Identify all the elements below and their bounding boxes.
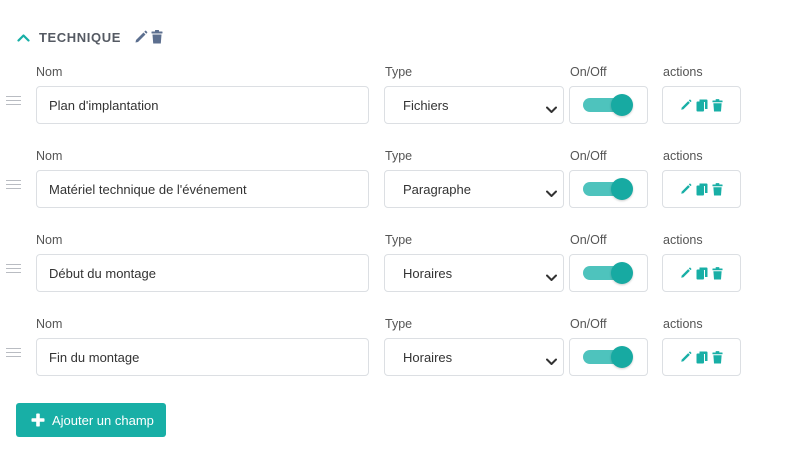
- type-label: Type: [385, 65, 413, 79]
- onoff-label: On/Off: [570, 65, 607, 79]
- section-header: TECHNIQUE: [15, 27, 164, 47]
- add-field-button[interactable]: Ajouter un champ: [16, 403, 166, 437]
- trash-icon[interactable]: [711, 266, 724, 280]
- toggle-container: [569, 338, 648, 376]
- onoff-label: On/Off: [570, 317, 607, 331]
- field-row: Nom Type On/Off actions Horaires: [0, 233, 787, 295]
- copy-icon[interactable]: [695, 98, 708, 112]
- field-type-value: Horaires: [403, 266, 453, 281]
- toggle-container: [569, 86, 648, 124]
- row-actions: [662, 338, 741, 376]
- actions-label: actions: [663, 65, 703, 79]
- chevron-down-icon: [546, 353, 557, 365]
- field-type-select[interactable]: Horaires: [384, 254, 564, 292]
- chevron-up-icon[interactable]: [15, 29, 31, 45]
- name-label: Nom: [36, 149, 63, 163]
- field-type-select[interactable]: Paragraphe: [384, 170, 564, 208]
- type-label: Type: [385, 317, 413, 331]
- field-row: Nom Type On/Off actions Horaires: [0, 317, 787, 379]
- onoff-label: On/Off: [570, 233, 607, 247]
- name-label: Nom: [36, 317, 63, 331]
- trash-icon[interactable]: [711, 182, 724, 196]
- actions-label: actions: [663, 149, 703, 163]
- drag-handle-icon[interactable]: [6, 264, 21, 274]
- pencil-icon[interactable]: [679, 350, 692, 364]
- enabled-toggle[interactable]: [583, 346, 633, 368]
- field-type-value: Horaires: [403, 350, 453, 365]
- row-actions: [662, 86, 741, 124]
- copy-icon[interactable]: [695, 350, 708, 364]
- field-type-value: Fichiers: [403, 98, 449, 113]
- section-title: TECHNIQUE: [39, 29, 121, 45]
- actions-label: actions: [663, 317, 703, 331]
- pencil-icon[interactable]: [679, 98, 692, 112]
- chevron-down-icon: [546, 185, 557, 197]
- pencil-icon[interactable]: [134, 29, 148, 45]
- name-label: Nom: [36, 65, 63, 79]
- chevron-down-icon: [546, 101, 557, 113]
- row-actions: [662, 254, 741, 292]
- field-type-value: Paragraphe: [403, 182, 471, 197]
- copy-icon[interactable]: [695, 266, 708, 280]
- onoff-label: On/Off: [570, 149, 607, 163]
- field-name-input[interactable]: [36, 338, 369, 376]
- copy-icon[interactable]: [695, 182, 708, 196]
- enabled-toggle[interactable]: [583, 262, 633, 284]
- drag-handle-icon[interactable]: [6, 348, 21, 358]
- drag-handle-icon[interactable]: [6, 96, 21, 106]
- type-label: Type: [385, 149, 413, 163]
- toggle-container: [569, 254, 648, 292]
- trash-icon[interactable]: [150, 29, 164, 45]
- enabled-toggle[interactable]: [583, 178, 633, 200]
- field-row: Nom Type On/Off actions Paragraphe: [0, 149, 787, 211]
- field-name-input[interactable]: [36, 86, 369, 124]
- type-label: Type: [385, 233, 413, 247]
- trash-icon[interactable]: [711, 98, 724, 112]
- field-row: Nom Type On/Off actions Fichiers: [0, 65, 787, 127]
- pencil-icon[interactable]: [679, 182, 692, 196]
- add-field-label: Ajouter un champ: [52, 412, 154, 428]
- pencil-icon[interactable]: [679, 266, 692, 280]
- enabled-toggle[interactable]: [583, 94, 633, 116]
- toggle-container: [569, 170, 648, 208]
- trash-icon[interactable]: [711, 350, 724, 364]
- actions-label: actions: [663, 233, 703, 247]
- chevron-down-icon: [546, 269, 557, 281]
- field-name-input[interactable]: [36, 170, 369, 208]
- field-type-select[interactable]: Horaires: [384, 338, 564, 376]
- row-actions: [662, 170, 741, 208]
- plus-icon: [31, 413, 45, 427]
- drag-handle-icon[interactable]: [6, 180, 21, 190]
- field-name-input[interactable]: [36, 254, 369, 292]
- name-label: Nom: [36, 233, 63, 247]
- field-type-select[interactable]: Fichiers: [384, 86, 564, 124]
